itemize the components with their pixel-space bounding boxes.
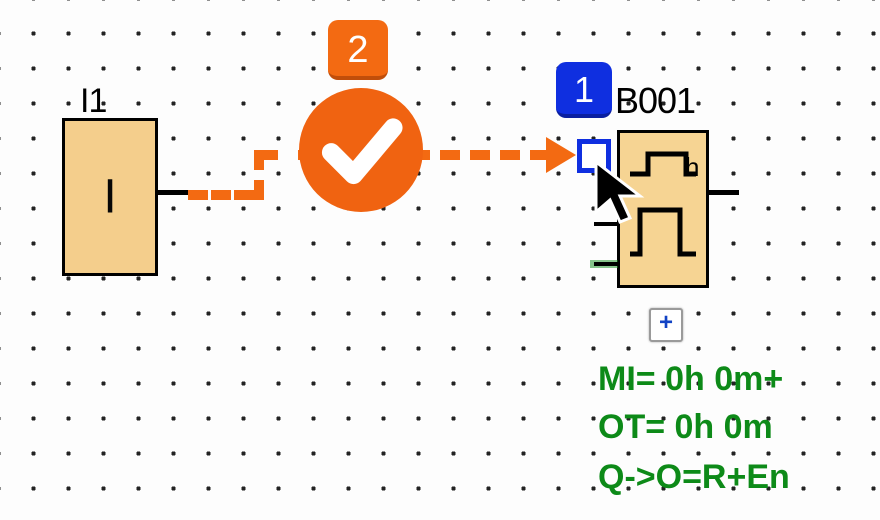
block-i1-output-stub[interactable] [158, 190, 188, 195]
block-i1-label: I1 [80, 82, 106, 121]
block-b001-input-par[interactable] [594, 262, 618, 266]
block-b001-label: B001 [615, 80, 695, 122]
connection-seg [410, 150, 550, 160]
block-i1[interactable]: I [62, 118, 158, 276]
block-i1-symbol: I [103, 170, 116, 225]
block-b001-param-qexpr: Q->O=R+En [598, 458, 790, 497]
connection-valid-check-icon [299, 88, 423, 212]
editor-canvas[interactable]: I1 I 2 B001 1 h + MI= 0h 0m+ OT= 0h 0 [0, 0, 880, 520]
block-b001-input-r[interactable] [594, 222, 618, 226]
step-callout-1: 1 [556, 62, 612, 118]
block-b001-input-trg[interactable] [577, 139, 611, 173]
step-callout-2: 2 [328, 20, 388, 80]
block-b001-param-ot: OT= 0h 0m [598, 408, 773, 447]
connection-arrowhead-icon [546, 137, 576, 173]
block-b001-expand-button[interactable]: + [649, 308, 683, 342]
block-b001-param-mi: MI= 0h 0m+ [598, 360, 783, 399]
block-b001-output-stub[interactable] [709, 190, 739, 195]
connection-seg [188, 190, 254, 200]
plus-icon: + [659, 309, 673, 336]
block-b001-corner-letter: h [685, 152, 699, 183]
